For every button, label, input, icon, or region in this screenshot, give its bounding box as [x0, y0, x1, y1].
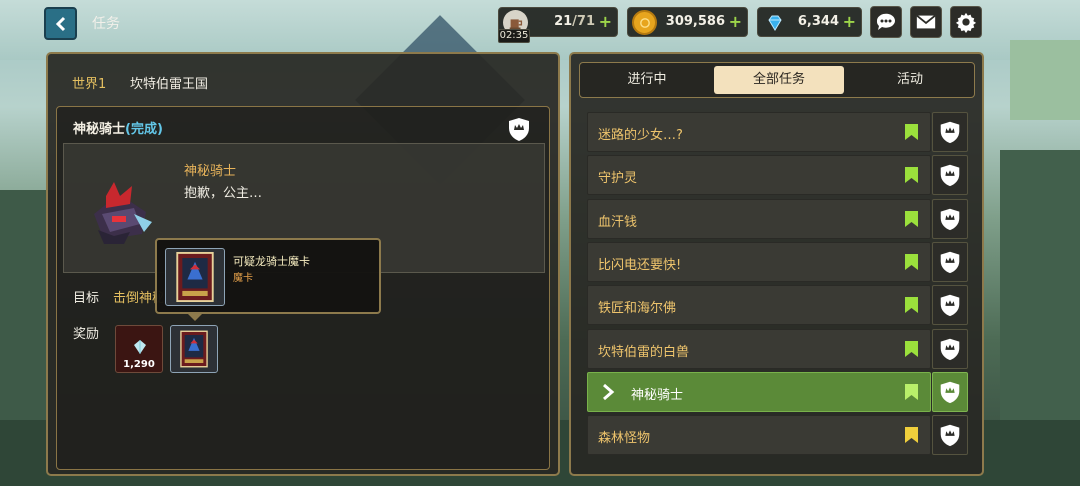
gem-value: 6,344: [797, 14, 839, 29]
quest-detail-panel: 世界1 坎特伯雷王国 神秘骑士(完成) 神秘骑士 抱歉，公主… 目标 击倒神秘骑…: [46, 52, 560, 476]
mystery-knight-portrait: [94, 182, 152, 244]
gear-icon: [955, 12, 977, 33]
stamina-value: 21/71: [554, 14, 595, 29]
quest-type-button[interactable]: [932, 112, 968, 152]
quest-list: 迷路的少女…? 守护灵血汗钱比闪电还要快! 铁匠和海尔佛 坎特伯雷的白兽神秘骑士森林怪…: [587, 112, 969, 468]
tab-events[interactable]: 活动: [848, 66, 972, 94]
crown-shield-icon: [940, 424, 960, 447]
crown-shield-icon: [940, 294, 960, 317]
bookmark-icon[interactable]: [905, 383, 918, 400]
mail-button[interactable]: [910, 6, 942, 38]
quest-list-item[interactable]: 血汗钱: [587, 198, 969, 239]
gem-counter: 6,344 +: [757, 7, 862, 37]
reward-gem-amount: 1,290: [123, 359, 155, 370]
quest-name: 守护灵: [598, 171, 638, 187]
tooltip-arrow: [187, 313, 203, 321]
quest-type-button[interactable]: [932, 198, 968, 239]
crown-shield-icon: [940, 121, 960, 144]
tab-in-progress[interactable]: 进行中: [584, 66, 710, 94]
add-gold-button[interactable]: +: [729, 12, 742, 31]
back-button[interactable]: [44, 7, 77, 40]
crystal-icon: [134, 340, 146, 354]
npc-dialogue: 抱歉，公主…: [184, 186, 263, 201]
quest-title: 神秘骑士(完成): [73, 122, 163, 137]
quest-row-bar[interactable]: [587, 198, 931, 239]
reward-label: 奖励: [73, 327, 100, 342]
quest-row-bar[interactable]: [587, 155, 931, 196]
breadcrumb-world: 世界1: [72, 77, 107, 92]
bookmark-icon[interactable]: [905, 210, 918, 227]
quest-tabs: 进行中 全部任务 活动: [579, 62, 975, 98]
tab-all-quests[interactable]: 全部任务: [714, 66, 844, 94]
quest-name: 铁匠和海尔佛: [598, 301, 677, 317]
add-gem-button[interactable]: +: [843, 12, 856, 31]
quest-name: 血汗钱: [598, 214, 638, 230]
quest-list-panel: 进行中 全部任务 活动 迷路的少女…? 守护灵血汗钱比闪电还要快! 铁匠和海尔佛 坎特…: [569, 52, 984, 476]
gold-value: 309,586: [665, 14, 725, 29]
bookmark-icon[interactable]: [905, 297, 918, 314]
quest-list-item[interactable]: 神秘骑士: [587, 371, 969, 412]
crown-shield-icon: [940, 208, 960, 230]
tooltip-item-name: 可疑龙骑士魔卡: [233, 255, 310, 268]
stamina-timer: 02:35: [498, 29, 530, 43]
chevron-right-icon: [603, 383, 615, 400]
magic-card-icon: [180, 330, 208, 368]
magic-card-icon: [176, 251, 214, 303]
quest-name: 比闪电还要快!: [598, 257, 682, 273]
quest-name: 森林怪物: [598, 431, 651, 447]
envelope-icon: [916, 14, 936, 29]
crown-shield-icon: [509, 118, 529, 141]
npc-name: 神秘骑士: [184, 164, 237, 179]
quest-list-item[interactable]: 比闪电还要快!: [587, 241, 969, 282]
tooltip-card-thumbnail: [165, 248, 225, 306]
tooltip-item-type: 魔卡: [233, 273, 253, 284]
settings-button[interactable]: [950, 6, 982, 38]
quest-name: 坎特伯雷的白兽: [598, 344, 690, 360]
gold-counter: 309,586 +: [627, 7, 748, 37]
quest-type-button[interactable]: [932, 285, 968, 326]
quest-type-button[interactable]: [932, 241, 968, 282]
quest-type-button[interactable]: [932, 371, 968, 412]
quest-type-button[interactable]: [932, 328, 968, 369]
diamond-icon: [762, 10, 787, 35]
quest-list-item[interactable]: 坎特伯雷的白兽: [587, 328, 969, 369]
quest-name: 迷路的少女…?: [598, 128, 683, 143]
quest-name: 神秘骑士: [631, 387, 684, 403]
quest-list-item[interactable]: 铁匠和海尔佛: [587, 285, 969, 326]
quest-type-button[interactable]: [932, 415, 968, 456]
gold-coin-icon: [632, 10, 657, 35]
quest-status: (完成): [125, 122, 163, 137]
bookmark-icon[interactable]: [905, 124, 918, 140]
chat-button[interactable]: [870, 6, 902, 38]
quest-list-item[interactable]: 迷路的少女…?: [587, 112, 969, 152]
breadcrumb-region: 坎特伯雷王国: [130, 77, 209, 92]
item-tooltip: 可疑龙骑士魔卡 魔卡: [155, 238, 381, 321]
reward-gem-item[interactable]: 1,290: [115, 325, 163, 373]
add-stamina-button[interactable]: +: [599, 12, 612, 31]
page-title: 任务: [92, 16, 120, 32]
bookmark-icon[interactable]: [905, 167, 918, 184]
background-block: [1010, 40, 1080, 120]
chat-bubble-icon: [876, 13, 895, 30]
reward-card-item[interactable]: [170, 325, 218, 373]
quest-type-button[interactable]: [932, 155, 968, 196]
crown-shield-icon: [940, 251, 960, 274]
crown-shield-icon: [940, 338, 960, 360]
bookmark-icon[interactable]: [905, 253, 918, 270]
crown-shield-icon: [940, 165, 960, 187]
goal-label: 目标: [73, 291, 100, 306]
quest-list-item[interactable]: 守护灵: [587, 155, 969, 196]
bookmark-icon[interactable]: [905, 427, 918, 444]
quest-list-item[interactable]: 森林怪物: [587, 415, 969, 456]
crown-shield-icon: [940, 381, 960, 403]
chevron-left-icon: [55, 16, 65, 31]
bookmark-icon[interactable]: [905, 340, 918, 357]
